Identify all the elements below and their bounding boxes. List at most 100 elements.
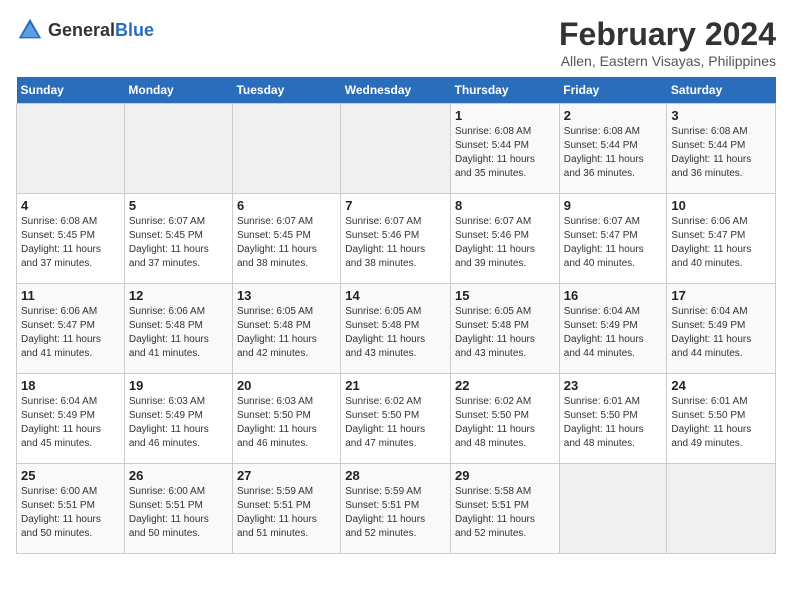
day-detail: Sunrise: 6:02 AM Sunset: 5:50 PM Dayligh…: [455, 395, 555, 451]
subtitle: Allen, Eastern Visayas, Philippines: [559, 53, 776, 69]
day-detail: Sunrise: 6:08 AM Sunset: 5:44 PM Dayligh…: [455, 125, 555, 181]
day-number: 18: [21, 378, 120, 393]
day-number: 9: [564, 198, 663, 213]
day-number: 5: [129, 198, 228, 213]
day-detail: Sunrise: 6:06 AM Sunset: 5:48 PM Dayligh…: [129, 305, 228, 361]
calendar-cell: 2 Sunrise: 6:08 AM Sunset: 5:44 PM Daylig…: [559, 104, 667, 194]
calendar-cell: 13 Sunrise: 6:05 AM Sunset: 5:48 PM Dayli…: [232, 284, 340, 374]
day-detail: Sunrise: 6:07 AM Sunset: 5:45 PM Dayligh…: [237, 215, 336, 271]
day-number: 26: [129, 468, 228, 483]
day-number: 27: [237, 468, 336, 483]
day-number: 24: [671, 378, 771, 393]
calendar-cell: [17, 104, 125, 194]
calendar-cell: 16Sunrise: 6:04 AM Sunset: 5:49 PM Dayli…: [559, 284, 667, 374]
calendar-cell: 24 Sunrise: 6:01 AM Sunset: 5:50 PM Dayli…: [667, 374, 776, 464]
day-number: 12: [129, 288, 228, 303]
calendar-cell: 21 Sunrise: 6:02 AM Sunset: 5:50 PM Dayli…: [341, 374, 451, 464]
day-detail: Sunrise: 5:59 AM Sunset: 5:51 PM Dayligh…: [237, 485, 336, 541]
calendar-cell: 26 Sunrise: 6:00 AM Sunset: 5:51 PM Dayli…: [124, 464, 232, 554]
day-header-saturday: Saturday: [667, 77, 776, 104]
title-area: February 2024 Allen, Eastern Visayas, Ph…: [559, 16, 776, 69]
day-number: 21: [345, 378, 446, 393]
day-detail: Sunrise: 6:08 AM Sunset: 5:44 PM Dayligh…: [564, 125, 663, 181]
day-detail: Sunrise: 6:07 AM Sunset: 5:46 PM Dayligh…: [455, 215, 555, 271]
day-number: 14: [345, 288, 446, 303]
calendar-cell: 15 Sunrise: 6:05 AM Sunset: 5:48 PM Dayli…: [451, 284, 560, 374]
logo-icon: [16, 16, 44, 44]
logo-text-general: General: [48, 20, 115, 40]
day-header-wednesday: Wednesday: [341, 77, 451, 104]
day-number: 22: [455, 378, 555, 393]
day-detail: Sunrise: 6:05 AM Sunset: 5:48 PM Dayligh…: [455, 305, 555, 361]
day-detail: Sunrise: 6:00 AM Sunset: 5:51 PM Dayligh…: [129, 485, 228, 541]
day-detail: Sunrise: 6:02 AM Sunset: 5:50 PM Dayligh…: [345, 395, 446, 451]
day-header-sunday: Sunday: [17, 77, 125, 104]
calendar-cell: 25 Sunrise: 6:00 AM Sunset: 5:51 PM Dayli…: [17, 464, 125, 554]
calendar-cell: 28 Sunrise: 5:59 AM Sunset: 5:51 PM Dayli…: [341, 464, 451, 554]
logo: GeneralBlue: [16, 16, 154, 44]
day-detail: Sunrise: 6:03 AM Sunset: 5:50 PM Dayligh…: [237, 395, 336, 451]
day-number: 17: [671, 288, 771, 303]
calendar-cell: 23 Sunrise: 6:01 AM Sunset: 5:50 PM Dayli…: [559, 374, 667, 464]
day-number: 25: [21, 468, 120, 483]
calendar-cell: 14 Sunrise: 6:05 AM Sunset: 5:48 PM Dayli…: [341, 284, 451, 374]
calendar-cell: 17 Sunrise: 6:04 AM Sunset: 5:49 PM Dayli…: [667, 284, 776, 374]
calendar-cell: 8 Sunrise: 6:07 AM Sunset: 5:46 PM Daylig…: [451, 194, 560, 284]
day-number: 15: [455, 288, 555, 303]
day-detail: Sunrise: 6:04 AM Sunset: 5:49 PM Dayligh…: [671, 305, 771, 361]
day-detail: Sunrise: 6:08 AM Sunset: 5:44 PM Dayligh…: [671, 125, 771, 181]
calendar-cell: 7 Sunrise: 6:07 AM Sunset: 5:46 PM Daylig…: [341, 194, 451, 284]
calendar-cell: [667, 464, 776, 554]
day-header-friday: Friday: [559, 77, 667, 104]
day-detail: Sunrise: 6:07 AM Sunset: 5:47 PM Dayligh…: [564, 215, 663, 271]
day-number: 28: [345, 468, 446, 483]
day-detail: Sunrise: 5:59 AM Sunset: 5:51 PM Dayligh…: [345, 485, 446, 541]
calendar-cell: 9 Sunrise: 6:07 AM Sunset: 5:47 PM Daylig…: [559, 194, 667, 284]
day-detail: Sunrise: 6:04 AM Sunset: 5:49 PM Dayligh…: [564, 305, 663, 361]
day-number: 29: [455, 468, 555, 483]
day-detail: Sunrise: 6:01 AM Sunset: 5:50 PM Dayligh…: [564, 395, 663, 451]
day-detail: Sunrise: 6:01 AM Sunset: 5:50 PM Dayligh…: [671, 395, 771, 451]
day-header-monday: Monday: [124, 77, 232, 104]
calendar-cell: [232, 104, 340, 194]
day-number: 6: [237, 198, 336, 213]
day-detail: Sunrise: 6:07 AM Sunset: 5:45 PM Dayligh…: [129, 215, 228, 271]
calendar-cell: 11Sunrise: 6:06 AM Sunset: 5:47 PM Dayli…: [17, 284, 125, 374]
day-detail: Sunrise: 6:05 AM Sunset: 5:48 PM Dayligh…: [237, 305, 336, 361]
day-detail: Sunrise: 6:05 AM Sunset: 5:48 PM Dayligh…: [345, 305, 446, 361]
calendar-cell: 3 Sunrise: 6:08 AM Sunset: 5:44 PM Daylig…: [667, 104, 776, 194]
calendar-cell: 27 Sunrise: 5:59 AM Sunset: 5:51 PM Dayli…: [232, 464, 340, 554]
day-number: 4: [21, 198, 120, 213]
day-number: 7: [345, 198, 446, 213]
calendar-cell: 10Sunrise: 6:06 AM Sunset: 5:47 PM Dayli…: [667, 194, 776, 284]
day-number: 10: [671, 198, 771, 213]
day-number: 23: [564, 378, 663, 393]
day-header-thursday: Thursday: [451, 77, 560, 104]
day-detail: Sunrise: 6:08 AM Sunset: 5:45 PM Dayligh…: [21, 215, 120, 271]
calendar-cell: 20 Sunrise: 6:03 AM Sunset: 5:50 PM Dayli…: [232, 374, 340, 464]
day-number: 20: [237, 378, 336, 393]
calendar-table: SundayMondayTuesdayWednesdayThursdayFrid…: [16, 77, 776, 554]
calendar-cell: 19 Sunrise: 6:03 AM Sunset: 5:49 PM Dayli…: [124, 374, 232, 464]
calendar-cell: 18 Sunrise: 6:04 AM Sunset: 5:49 PM Dayli…: [17, 374, 125, 464]
main-title: February 2024: [559, 16, 776, 53]
calendar-cell: 12 Sunrise: 6:06 AM Sunset: 5:48 PM Dayli…: [124, 284, 232, 374]
calendar-cell: [341, 104, 451, 194]
day-detail: Sunrise: 6:00 AM Sunset: 5:51 PM Dayligh…: [21, 485, 120, 541]
day-number: 13: [237, 288, 336, 303]
calendar-cell: 1 Sunrise: 6:08 AM Sunset: 5:44 PM Daylig…: [451, 104, 560, 194]
day-number: 2: [564, 108, 663, 123]
calendar-cell: [559, 464, 667, 554]
day-number: 19: [129, 378, 228, 393]
day-number: 1: [455, 108, 555, 123]
day-detail: Sunrise: 6:03 AM Sunset: 5:49 PM Dayligh…: [129, 395, 228, 451]
day-detail: Sunrise: 6:04 AM Sunset: 5:49 PM Dayligh…: [21, 395, 120, 451]
calendar-cell: 5 Sunrise: 6:07 AM Sunset: 5:45 PM Daylig…: [124, 194, 232, 284]
calendar-cell: 29Sunrise: 5:58 AM Sunset: 5:51 PM Dayli…: [451, 464, 560, 554]
calendar-cell: 4 Sunrise: 6:08 AM Sunset: 5:45 PM Daylig…: [17, 194, 125, 284]
day-number: 3: [671, 108, 771, 123]
day-detail: Sunrise: 6:07 AM Sunset: 5:46 PM Dayligh…: [345, 215, 446, 271]
header: GeneralBlue February 2024 Allen, Eastern…: [16, 16, 776, 69]
day-number: 8: [455, 198, 555, 213]
calendar-cell: 6 Sunrise: 6:07 AM Sunset: 5:45 PM Daylig…: [232, 194, 340, 284]
